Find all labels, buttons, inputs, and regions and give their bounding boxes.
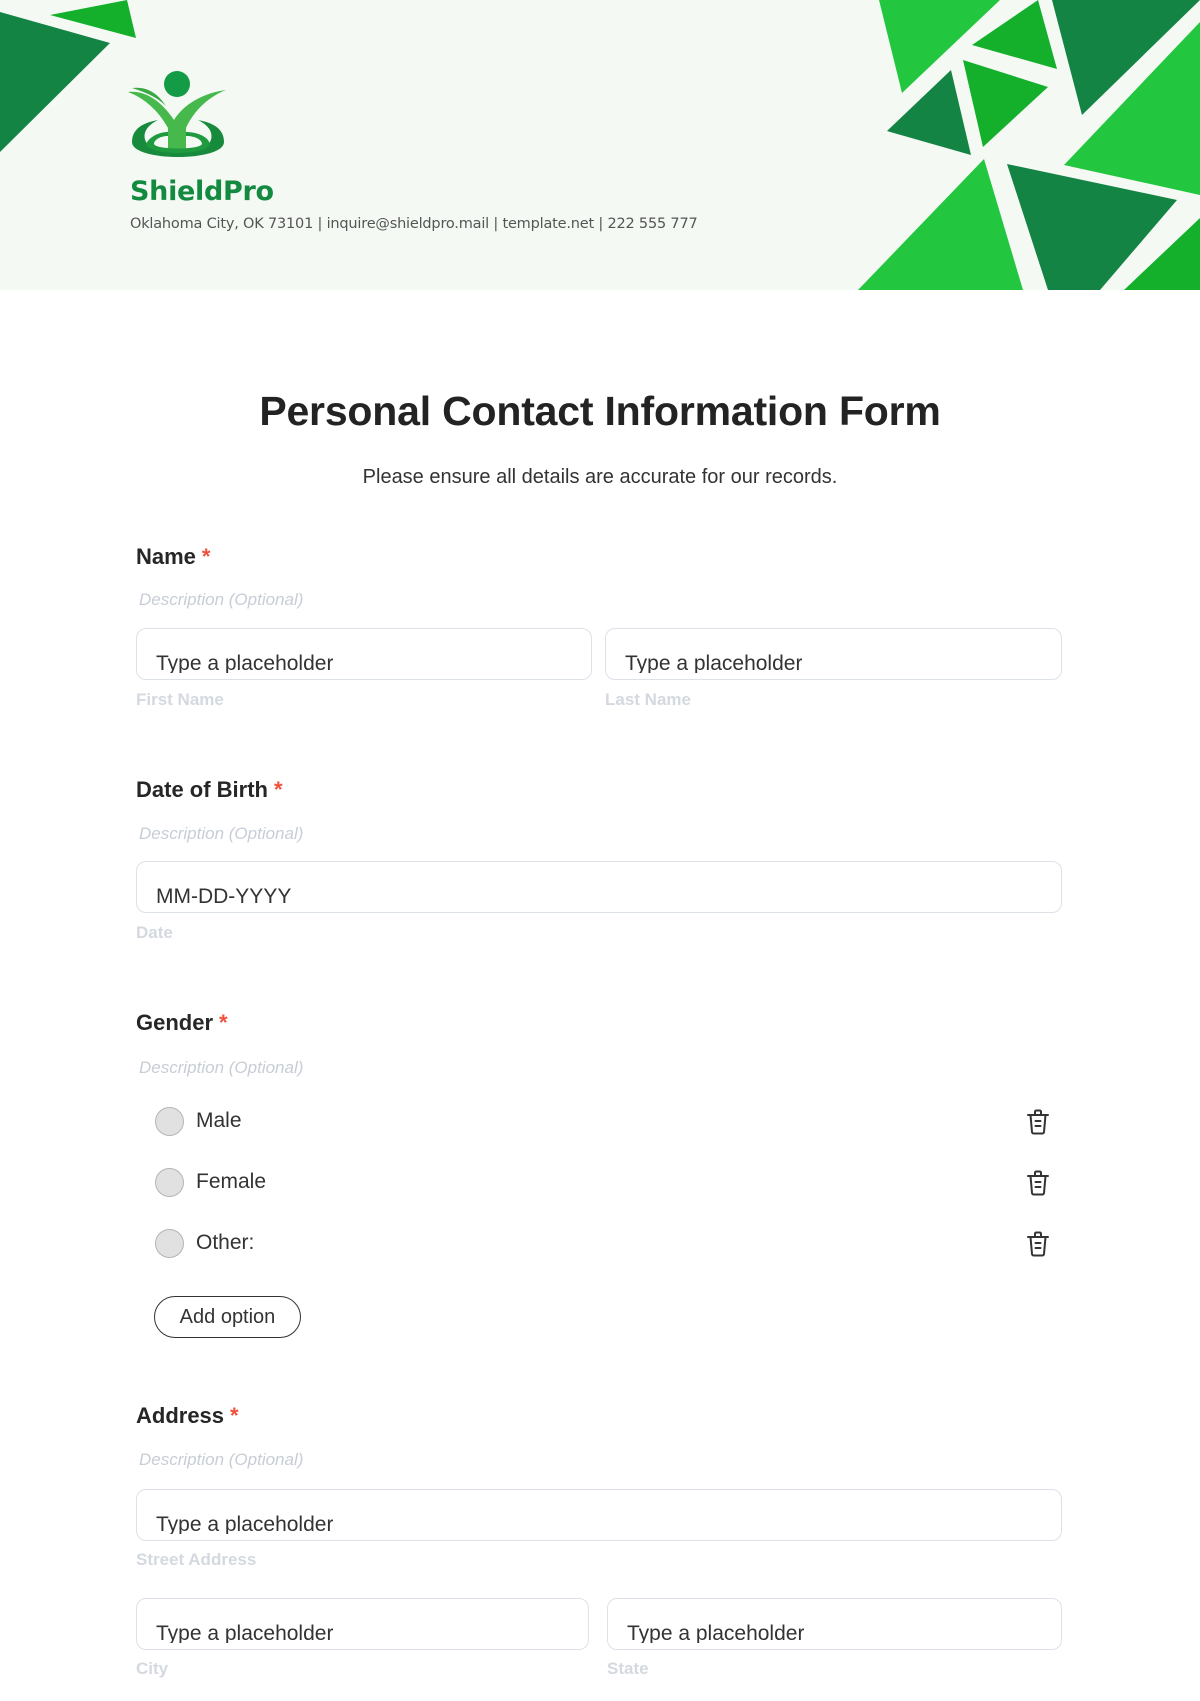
first-name-sublabel: First Name [136,690,224,709]
last-name-input[interactable]: Type a placeholder [605,628,1062,680]
company-contact-line: Oklahoma City, OK 73101 | inquire@shield… [130,216,698,232]
description-field[interactable]: Description (Optional) [139,590,303,610]
question-label-text: Address [136,1403,225,1428]
description-field[interactable]: Description (Optional) [139,1058,303,1078]
input-placeholder: Type a placeholder [625,652,803,673]
radio-button[interactable] [155,1229,184,1258]
question-label-text: Gender [136,1010,214,1035]
date-of-birth-input[interactable]: MM-DD-YYYY [136,861,1062,913]
option-label[interactable]: Female [196,1170,266,1194]
question-label[interactable]: Address * [136,1403,239,1429]
state-input[interactable]: Type a placeholder [607,1598,1062,1650]
radio-option-female[interactable]: Female [155,1167,1055,1199]
triangle-shape [963,60,1048,147]
required-asterisk: * [201,544,211,569]
question-label-text: Date of Birth [136,777,268,802]
street-address-input[interactable]: Type a placeholder [136,1489,1062,1541]
radio-option-other[interactable]: Other: [155,1228,1055,1260]
form-subtitle[interactable]: Please ensure all details are accurate f… [0,466,1200,489]
required-asterisk: * [219,1010,228,1035]
first-name-input[interactable]: Type a placeholder [136,628,592,680]
question-label[interactable]: Date of Birth * [136,777,283,803]
required-asterisk: * [230,1403,239,1428]
question-label-text: Name [136,544,196,569]
question-label[interactable]: Name * [136,544,210,570]
add-option-button[interactable]: Add option [154,1296,301,1338]
radio-option-male[interactable]: Male [155,1106,1055,1138]
company-name: ShieldPro [130,176,274,207]
letterhead-header: ShieldPro Oklahoma City, OK 73101 | inqu… [0,0,1200,290]
input-placeholder: MM-DD-YYYY [156,885,292,908]
radio-button[interactable] [155,1168,184,1197]
description-field[interactable]: Description (Optional) [139,824,303,844]
description-field[interactable]: Description (Optional) [139,1450,303,1470]
input-placeholder: Type a placeholder [156,1513,334,1534]
city-sublabel: City [136,1659,169,1678]
form-title[interactable]: Personal Contact Information Form [0,388,1200,435]
trash-icon[interactable] [1025,1169,1051,1197]
last-name-sublabel: Last Name [605,690,691,709]
trash-icon[interactable] [1025,1230,1051,1258]
input-placeholder: Type a placeholder [627,1622,805,1643]
question-label[interactable]: Gender * [136,1010,228,1036]
trash-icon[interactable] [1025,1108,1051,1136]
input-placeholder: Type a placeholder [156,1622,334,1643]
triangle-shape [0,12,110,152]
option-label[interactable]: Other: [196,1231,254,1255]
triangle-shape [858,159,1023,290]
street-address-sublabel: Street Address [136,1550,257,1569]
shieldpro-logo-icon [128,71,226,157]
radio-button[interactable] [155,1107,184,1136]
date-sublabel: Date [136,923,173,942]
required-asterisk: * [274,777,283,802]
state-sublabel: State [607,1659,649,1678]
city-input[interactable]: Type a placeholder [136,1598,589,1650]
option-label[interactable]: Male [196,1109,242,1133]
input-placeholder: Type a placeholder [156,652,334,673]
